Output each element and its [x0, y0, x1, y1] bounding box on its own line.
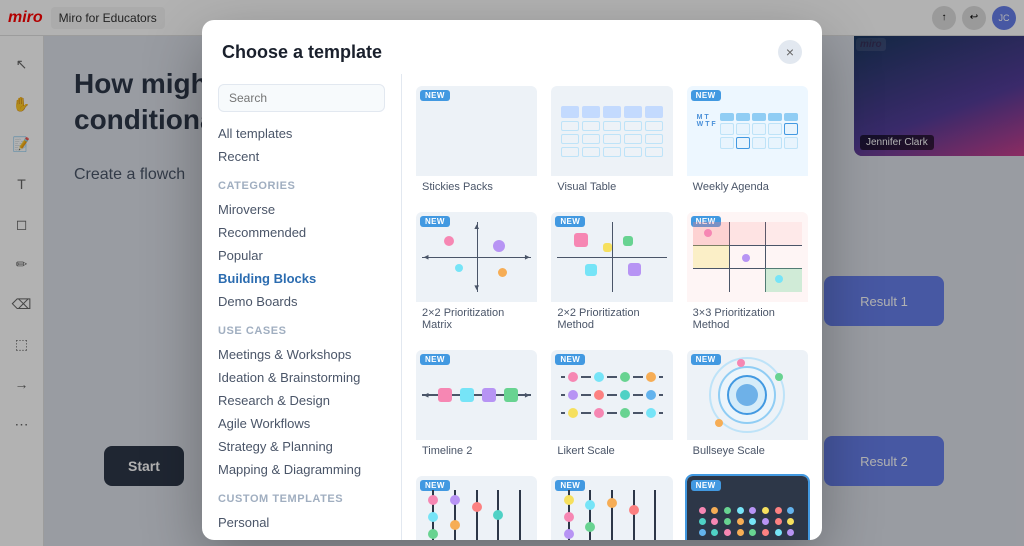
- nav-popular[interactable]: Popular: [218, 244, 385, 267]
- template-thumb-timeline: NEW ◄ ►: [416, 350, 537, 440]
- templates-grid: NEW: [414, 84, 810, 540]
- template-modal: Choose a template × All templates Recent…: [202, 20, 822, 540]
- template-card-2x2-matrix[interactable]: NEW ◄ ► ▲ ▼: [414, 210, 539, 338]
- template-thumb-conversion-funnel: NEW: [551, 476, 672, 540]
- new-badge-timeline: NEW: [420, 354, 450, 365]
- template-card-dot-voting[interactable]: NEW: [685, 474, 810, 540]
- modal-close-button[interactable]: ×: [778, 40, 802, 64]
- new-badge-dot-voting: NEW: [691, 480, 721, 491]
- template-thumb-visual-table: [551, 86, 672, 176]
- template-name-2x2-method: 2×2 Prioritization Method: [551, 302, 672, 336]
- nav-agile-workflows[interactable]: Agile Workflows: [218, 412, 385, 435]
- custom-templates-label: CUSTOM TEMPLATES: [218, 493, 385, 505]
- nav-personal[interactable]: Personal: [218, 511, 385, 534]
- template-thumb-dot-voting: NEW: [687, 476, 808, 540]
- nav-research-design[interactable]: Research & Design: [218, 389, 385, 412]
- nav-recommended[interactable]: Recommended: [218, 221, 385, 244]
- template-name-visual-table: Visual Table: [551, 176, 672, 198]
- categories-label: CATEGORIES: [218, 180, 385, 192]
- modal-sidebar: All templates Recent CATEGORIES Mirovers…: [202, 74, 402, 540]
- template-card-likert[interactable]: NEW: [549, 348, 674, 464]
- template-name-bullseye: Bullseye Scale: [687, 440, 808, 462]
- template-card-bullseye[interactable]: NEW Bulls: [685, 348, 810, 464]
- new-badge-funnel: NEW: [420, 480, 450, 491]
- modal-body: All templates Recent CATEGORIES Mirovers…: [202, 74, 822, 540]
- template-name-2x2-matrix: 2×2 Prioritization Matrix: [416, 302, 537, 336]
- template-card-stickies-packs[interactable]: NEW: [414, 84, 539, 200]
- template-thumb-2x2-matrix: NEW ◄ ► ▲ ▼: [416, 212, 537, 302]
- modal-overlay: Choose a template × All templates Recent…: [0, 0, 1024, 546]
- nav-strategy-planning[interactable]: Strategy & Planning: [218, 435, 385, 458]
- template-thumb-stickies-packs: NEW: [416, 86, 537, 176]
- template-name-timeline: Timeline 2: [416, 440, 537, 462]
- modal-header: Choose a template ×: [202, 20, 822, 74]
- new-badge-agenda: NEW: [691, 90, 721, 101]
- template-card-3x3-method[interactable]: NEW: [685, 210, 810, 338]
- nav-ideation-brainstorming[interactable]: Ideation & Brainstorming: [218, 366, 385, 389]
- nav-miroverse[interactable]: Miroverse: [218, 198, 385, 221]
- template-thumb-idea-funnel: NEW: [416, 476, 537, 540]
- template-card-2x2-method[interactable]: NEW 2×2 Prioritization Met: [549, 210, 674, 338]
- template-card-idea-funnel[interactable]: NEW: [414, 474, 539, 540]
- nav-demo-boards[interactable]: Demo Boards: [218, 290, 385, 313]
- template-card-conversion-funnel[interactable]: NEW: [549, 474, 674, 540]
- nav-meetings-workshops[interactable]: Meetings & Workshops: [218, 343, 385, 366]
- nav-all-templates[interactable]: All templates: [218, 122, 385, 145]
- new-badge-likert: NEW: [555, 354, 585, 365]
- use-cases-label: USE CASES: [218, 325, 385, 337]
- modal-title: Choose a template: [222, 42, 382, 63]
- nav-building-blocks[interactable]: Building Blocks: [218, 267, 385, 290]
- template-name-weekly-agenda: Weekly Agenda: [687, 176, 808, 198]
- nav-mapping-diagramming[interactable]: Mapping & Diagramming: [218, 458, 385, 481]
- new-badge: NEW: [420, 90, 450, 101]
- nav-shared[interactable]: Shared: [218, 534, 385, 540]
- template-thumb-likert: NEW: [551, 350, 672, 440]
- template-card-timeline[interactable]: NEW ◄ ► Timeline 2: [414, 348, 539, 464]
- template-name-3x3-method: 3×3 Prioritization Method: [687, 302, 808, 336]
- template-name-likert: Likert Scale: [551, 440, 672, 462]
- template-search-input[interactable]: [218, 84, 385, 112]
- new-badge-conversion: NEW: [555, 480, 585, 491]
- stickies-visual: [461, 86, 493, 176]
- template-thumb-bullseye: NEW: [687, 350, 808, 440]
- nav-recent[interactable]: Recent: [218, 145, 385, 168]
- template-name-stickies-packs: Stickies Packs: [416, 176, 537, 198]
- template-card-visual-table[interactable]: Visual Table: [549, 84, 674, 200]
- template-card-weekly-agenda[interactable]: NEW M T W T F: [685, 84, 810, 200]
- template-thumb-3x3-method: NEW: [687, 212, 808, 302]
- template-thumb-weekly-agenda: NEW M T W T F: [687, 86, 808, 176]
- template-thumb-2x2-method: NEW: [551, 212, 672, 302]
- templates-grid-container: NEW: [402, 74, 822, 540]
